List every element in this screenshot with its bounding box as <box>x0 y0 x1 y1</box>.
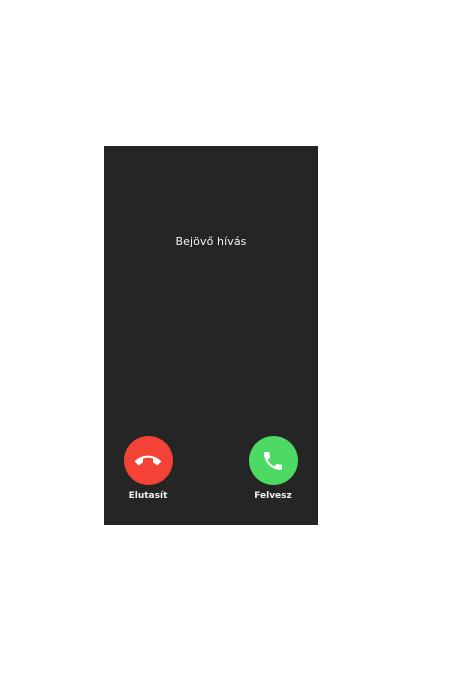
accept-action: Felvesz <box>233 436 313 501</box>
decline-action: Elutasít <box>108 436 188 501</box>
phone-hangup-icon <box>135 455 161 465</box>
incoming-call-screen: Bejövő hívás Elutasít Felvesz <box>104 146 318 525</box>
accept-label: Felvesz <box>254 491 292 501</box>
decline-call-button[interactable] <box>123 436 173 485</box>
incoming-call-title: Bejövő hívás <box>175 235 247 248</box>
decline-label: Elutasít <box>128 491 168 501</box>
phone-icon <box>264 451 282 470</box>
accept-call-button[interactable] <box>248 436 298 485</box>
